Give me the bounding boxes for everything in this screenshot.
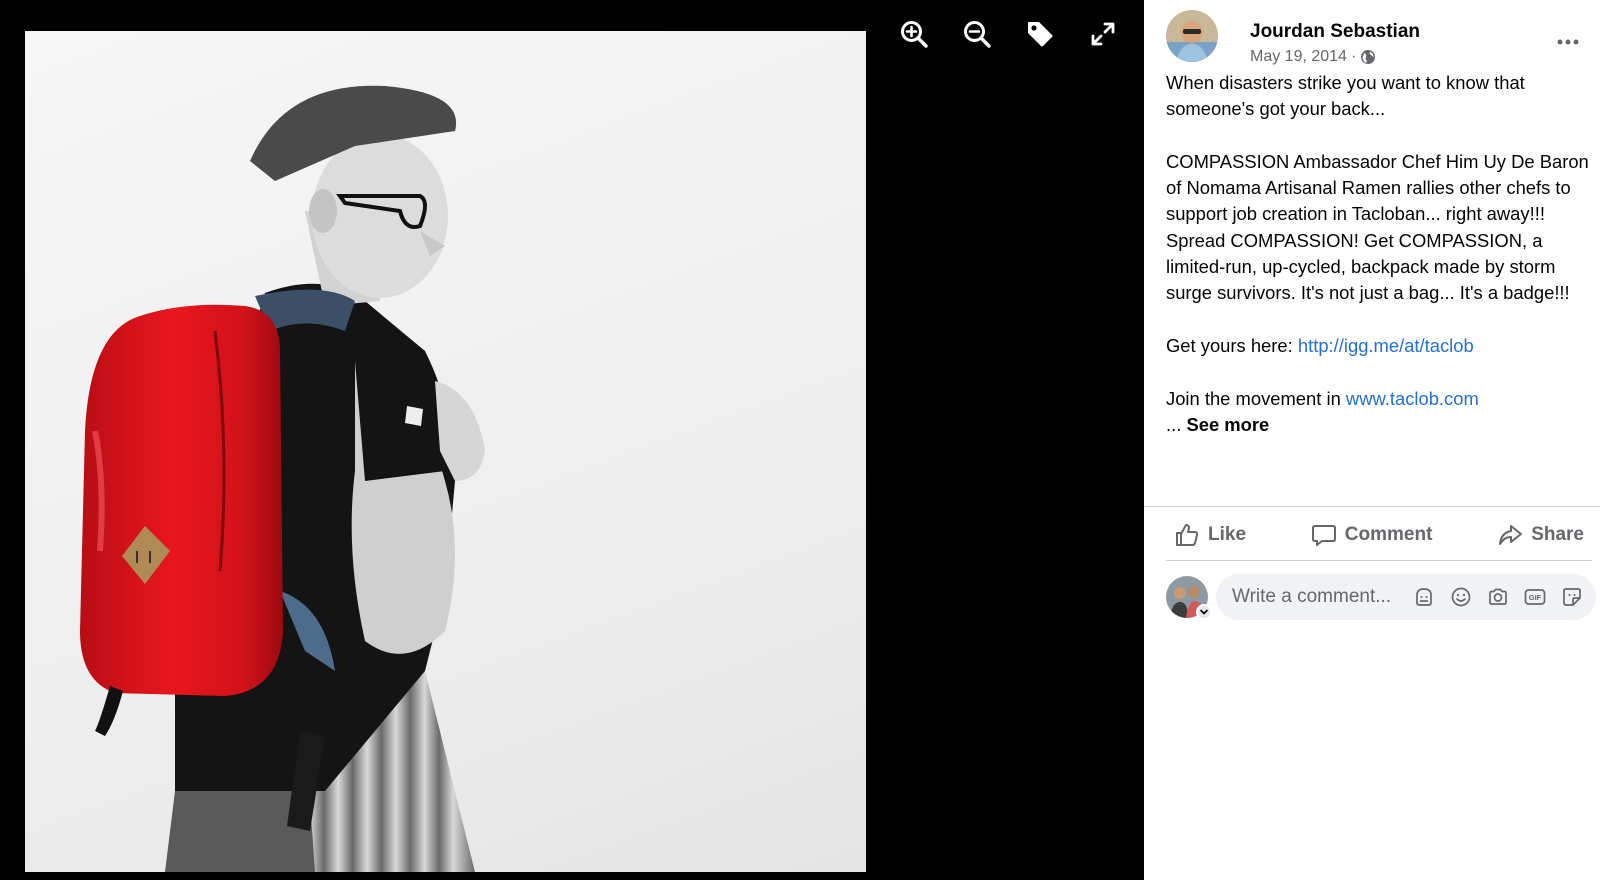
viewer-toolbar: [896, 16, 1121, 52]
tag-photo-button[interactable]: [1022, 16, 1058, 52]
post-paragraph-2: COMPASSION Ambassador Chef Him Uy De Bar…: [1166, 150, 1589, 304]
post-paragraph-3: Get yours here: http://igg.me/at/taclob: [1166, 333, 1594, 359]
post-meta: May 19, 2014 ·: [1250, 48, 1376, 66]
comment-input[interactable]: [1216, 574, 1410, 620]
more-options-icon: [1557, 39, 1579, 45]
zoom-out-icon: [964, 21, 991, 48]
post-panel: Jourdan Sebastian May 19, 2014 · When di…: [1144, 0, 1600, 880]
divider: [1144, 506, 1600, 507]
svg-text:GIF: GIF: [1529, 593, 1542, 602]
zoom-in-button[interactable]: [896, 16, 932, 52]
emoji-icon: [1451, 587, 1471, 607]
sticker-icon: [1563, 588, 1581, 606]
join-label: Join the movement in: [1166, 387, 1346, 409]
gif-icon: GIF: [1524, 589, 1546, 605]
avatar-sticker-icon: [1416, 588, 1432, 606]
meta-separator: ·: [1350, 48, 1357, 65]
share-label: Share: [1531, 524, 1584, 545]
comment-icon: [1311, 525, 1336, 546]
author-avatar-image: [1166, 10, 1218, 62]
post-paragraph-1: When disasters strike you want to know t…: [1166, 72, 1525, 120]
post-date[interactable]: May 19, 2014: [1250, 48, 1347, 66]
post-text: When disasters strike you want to know t…: [1166, 70, 1594, 438]
share-button[interactable]: Share: [1489, 522, 1592, 548]
campaign-link[interactable]: http://igg.me/at/taclob: [1298, 335, 1474, 356]
author-avatar[interactable]: [1166, 10, 1218, 62]
comment-label: Comment: [1344, 524, 1433, 545]
like-icon: [1176, 524, 1199, 546]
ellipsis: ...: [1166, 413, 1187, 435]
author-name[interactable]: Jourdan Sebastian: [1250, 21, 1420, 43]
like-label: Like: [1208, 524, 1247, 545]
comment-button[interactable]: Comment: [1303, 522, 1441, 548]
sticker-button[interactable]: [1558, 583, 1586, 611]
like-button[interactable]: Like: [1166, 522, 1254, 548]
post-actions: Like Comment Share: [1166, 512, 1592, 558]
comment-composer: GIF: [1166, 574, 1596, 620]
photo-viewer: [0, 0, 1144, 880]
fullscreen-button[interactable]: [1085, 16, 1121, 52]
profile-switcher-badge[interactable]: [1196, 604, 1212, 620]
comment-tools: GIF: [1410, 583, 1596, 611]
comment-box: GIF: [1216, 574, 1596, 620]
divider: [1166, 560, 1592, 561]
website-link[interactable]: www.taclob.com: [1346, 388, 1479, 409]
more-options-button[interactable]: [1550, 24, 1586, 60]
avatar-sticker-button[interactable]: [1410, 583, 1438, 611]
tag-icon: [1028, 22, 1053, 47]
zoom-out-button[interactable]: [959, 16, 995, 52]
post-paragraph-4: Join the movement in www.taclob.com... S…: [1166, 386, 1594, 439]
fullscreen-icon: [1091, 22, 1115, 46]
camera-icon: [1489, 588, 1507, 605]
gif-button[interactable]: GIF: [1521, 583, 1549, 611]
get-yours-label: Get yours here:: [1166, 334, 1298, 356]
see-more-button[interactable]: See more: [1186, 414, 1269, 435]
post-photo[interactable]: [25, 31, 866, 872]
zoom-in-icon: [901, 21, 928, 48]
post-header: Jourdan Sebastian May 19, 2014 ·: [1166, 10, 1590, 66]
emoji-button[interactable]: [1447, 583, 1475, 611]
share-icon: [1499, 525, 1523, 545]
globe-icon[interactable]: [1360, 49, 1376, 65]
photo-illustration: [80, 85, 485, 872]
chevron-down-icon: [1200, 609, 1208, 615]
photo-button[interactable]: [1484, 583, 1512, 611]
